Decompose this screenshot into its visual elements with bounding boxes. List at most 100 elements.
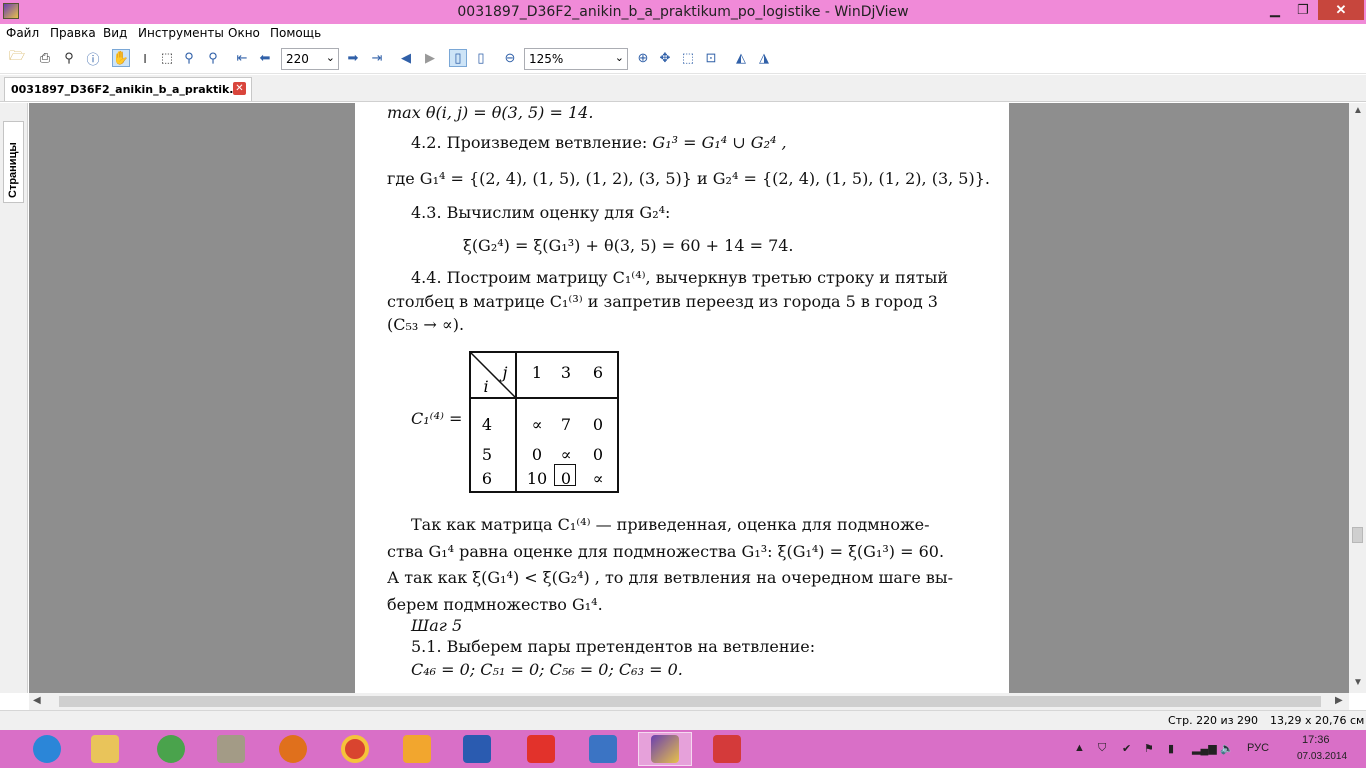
status-bar: Стр. 220 из 290 13,29 x 20,76 см: [0, 710, 1366, 730]
formula: ξ(G₂⁴) = ξ(G₁³) + θ(3, 5) = 60 + 14 = 74…: [463, 236, 794, 255]
flag-icon[interactable]: ⚑: [1144, 742, 1154, 755]
minimize-button[interactable]: ▁: [1262, 0, 1288, 20]
signal-icon[interactable]: ▂▄▆: [1192, 742, 1217, 755]
menu-edit[interactable]: Правка: [50, 26, 96, 40]
menu-window[interactable]: Окно: [228, 26, 260, 40]
vertical-scroll-thumb[interactable]: [1352, 527, 1363, 543]
single-page-icon[interactable]: ▯: [449, 49, 467, 67]
document-tab[interactable]: 0031897_D36F2_anikin_b_a_praktik...: [4, 77, 252, 101]
menu-tools[interactable]: Инструменты: [138, 26, 224, 40]
fit-width-icon[interactable]: ⬚: [679, 49, 697, 67]
vertical-scrollbar[interactable]: ▲ ▼: [1349, 103, 1366, 693]
pages-panel-tab[interactable]: Страницы: [3, 121, 24, 203]
rotate-left-icon[interactable]: ◭: [732, 49, 750, 67]
scroll-down-icon[interactable]: ▼: [1353, 677, 1363, 688]
next-page-icon[interactable]: ➡: [344, 49, 362, 67]
text-line: берем подмножество G₁⁴.: [387, 595, 603, 614]
last-page-icon[interactable]: ⇥: [368, 49, 386, 67]
zoom-value: 125%: [529, 52, 564, 66]
volume-icon[interactable]: 🔈: [1220, 742, 1234, 755]
matrix-col: 3: [560, 363, 572, 382]
menu-file[interactable]: Файл: [6, 26, 39, 40]
rect-select-icon[interactable]: ⬚: [158, 49, 176, 67]
open-icon[interactable]: 🗁: [8, 48, 26, 67]
ie-icon[interactable]: [20, 732, 74, 766]
text-line: 4.4. Построим матрицу C₁⁽⁴⁾, вычеркнув т…: [411, 268, 949, 287]
file-explorer-icon[interactable]: [78, 732, 132, 766]
matrix-cell: 0: [531, 445, 543, 464]
toolbar: 🗁 ⎙ ⚲ ⓘ ✋ I ⬚ ⚲ ⚲ ⇤ ⬅ 220 ⌄ ➡ ⇥ ◀ ▶ ▯ ▯ …: [0, 44, 1366, 74]
zoom-plus-icon[interactable]: ⊕: [634, 49, 652, 67]
media-center-icon[interactable]: [144, 732, 198, 766]
first-page-icon[interactable]: ⇤: [233, 49, 251, 67]
document-tab-label: 0031897_D36F2_anikin_b_a_praktik...: [11, 83, 242, 96]
close-tab-icon[interactable]: ✕: [233, 82, 246, 95]
restore-button[interactable]: ❐: [1290, 0, 1316, 20]
remote-icon[interactable]: [700, 732, 754, 766]
menu-view[interactable]: Вид: [103, 26, 127, 40]
matrix-col: 6: [592, 363, 604, 382]
menu-help[interactable]: Помощь: [270, 26, 321, 40]
hand-icon[interactable]: ✋: [112, 49, 130, 67]
chrome-icon[interactable]: [328, 732, 382, 766]
matrix-label: C₁⁽⁴⁾ =: [411, 409, 463, 428]
matrix-row-index: 5: [481, 445, 493, 464]
info-icon[interactable]: ⓘ: [84, 49, 102, 67]
forward-icon[interactable]: ▶: [421, 49, 439, 67]
two-page-icon[interactable]: ▯: [472, 49, 490, 67]
matrix-col: 1: [531, 363, 543, 382]
back-icon[interactable]: ◀: [397, 49, 415, 67]
text-line: ства G₁⁴ равна оценке для подмножества G…: [387, 542, 945, 561]
tray-expand-icon[interactable]: ▲: [1074, 742, 1085, 754]
zoom-rect-icon[interactable]: ⚲: [204, 49, 222, 67]
page-number-value: 220: [286, 52, 309, 66]
yandex-icon[interactable]: [514, 732, 568, 766]
archive-icon[interactable]: [204, 732, 258, 766]
battery-icon[interactable]: ▮: [1168, 742, 1174, 755]
matrix-cell: 7: [560, 415, 572, 434]
horizontal-scroll-thumb[interactable]: [59, 696, 1321, 707]
scroll-right-icon[interactable]: ▶: [1335, 695, 1343, 706]
text-line: 4.3. Вычислим оценку для G₂⁴:: [411, 203, 671, 222]
matrix-row-index: 6: [481, 469, 493, 488]
chevron-down-icon: ⌄: [325, 51, 335, 64]
text-line: Так как матрица C₁⁽⁴⁾ — приведенная, оце…: [411, 515, 930, 534]
text-line: (C₅₃ → ∝).: [387, 315, 465, 334]
text-select-icon[interactable]: I: [136, 49, 154, 67]
clock-date[interactable]: 07.03.2014: [1297, 751, 1347, 762]
language-indicator[interactable]: РУС: [1247, 742, 1269, 754]
text-line: 5.1. Выберем пары претендентов на ветвле…: [411, 637, 816, 656]
windjview-icon[interactable]: [638, 732, 692, 766]
page-number-select[interactable]: 220 ⌄: [281, 48, 339, 70]
close-button[interactable]: ✕: [1318, 0, 1364, 20]
print-icon[interactable]: ⎙: [36, 49, 54, 67]
document-view[interactable]: max θ(i, j) = θ(3, 5) = 14. 4.2. Произве…: [29, 103, 1349, 693]
scroll-left-icon[interactable]: ◀: [33, 695, 41, 706]
zoom-out-icon[interactable]: ⊖: [501, 49, 519, 67]
formula: G₁⁴ = {(2, 4), (1, 5), (1, 2), (3, 5)}: [419, 169, 692, 188]
matrix-cell: 0: [560, 469, 572, 488]
zoom-in-tool-icon[interactable]: ⚲: [180, 49, 198, 67]
scroll-up-icon[interactable]: ▲: [1353, 105, 1363, 116]
speaker-app-icon[interactable]: [576, 732, 630, 766]
text-line: А так как ξ(G₁⁴) < ξ(G₂⁴) , то для ветвл…: [387, 568, 954, 587]
text-line: max θ(i, j) = θ(3, 5) = 14.: [387, 103, 594, 122]
firefox-icon[interactable]: [266, 732, 320, 766]
clock-time[interactable]: 17:36: [1302, 734, 1330, 746]
shield-icon[interactable]: ⛉: [1098, 742, 1106, 755]
video-player-icon[interactable]: [390, 732, 444, 766]
rotate-right-icon[interactable]: ◮: [755, 49, 773, 67]
text-line: 4.2. Произведем ветвление: G₁³ = G₁⁴ ∪ G…: [411, 133, 787, 152]
check-icon[interactable]: ✔: [1122, 742, 1131, 755]
formula: G₁³ = G₁⁴ ∪ G₂⁴ ,: [652, 133, 787, 152]
zoom-select[interactable]: 125% ⌄: [524, 48, 628, 70]
actual-size-icon[interactable]: ⊡: [702, 49, 720, 67]
formula: C₄₆ = 0; C₅₁ = 0; C₅₆ = 0; C₆₃ = 0.: [411, 660, 683, 679]
fit-page-icon[interactable]: ✥: [656, 49, 674, 67]
word-icon[interactable]: [450, 732, 504, 766]
step-heading: Шаг 5: [411, 616, 463, 635]
prev-page-icon[interactable]: ⬅: [256, 49, 274, 67]
matrix-cell: 10: [526, 469, 548, 488]
horizontal-scrollbar[interactable]: ◀ ▶: [29, 693, 1349, 710]
find-icon[interactable]: ⚲: [60, 49, 78, 67]
